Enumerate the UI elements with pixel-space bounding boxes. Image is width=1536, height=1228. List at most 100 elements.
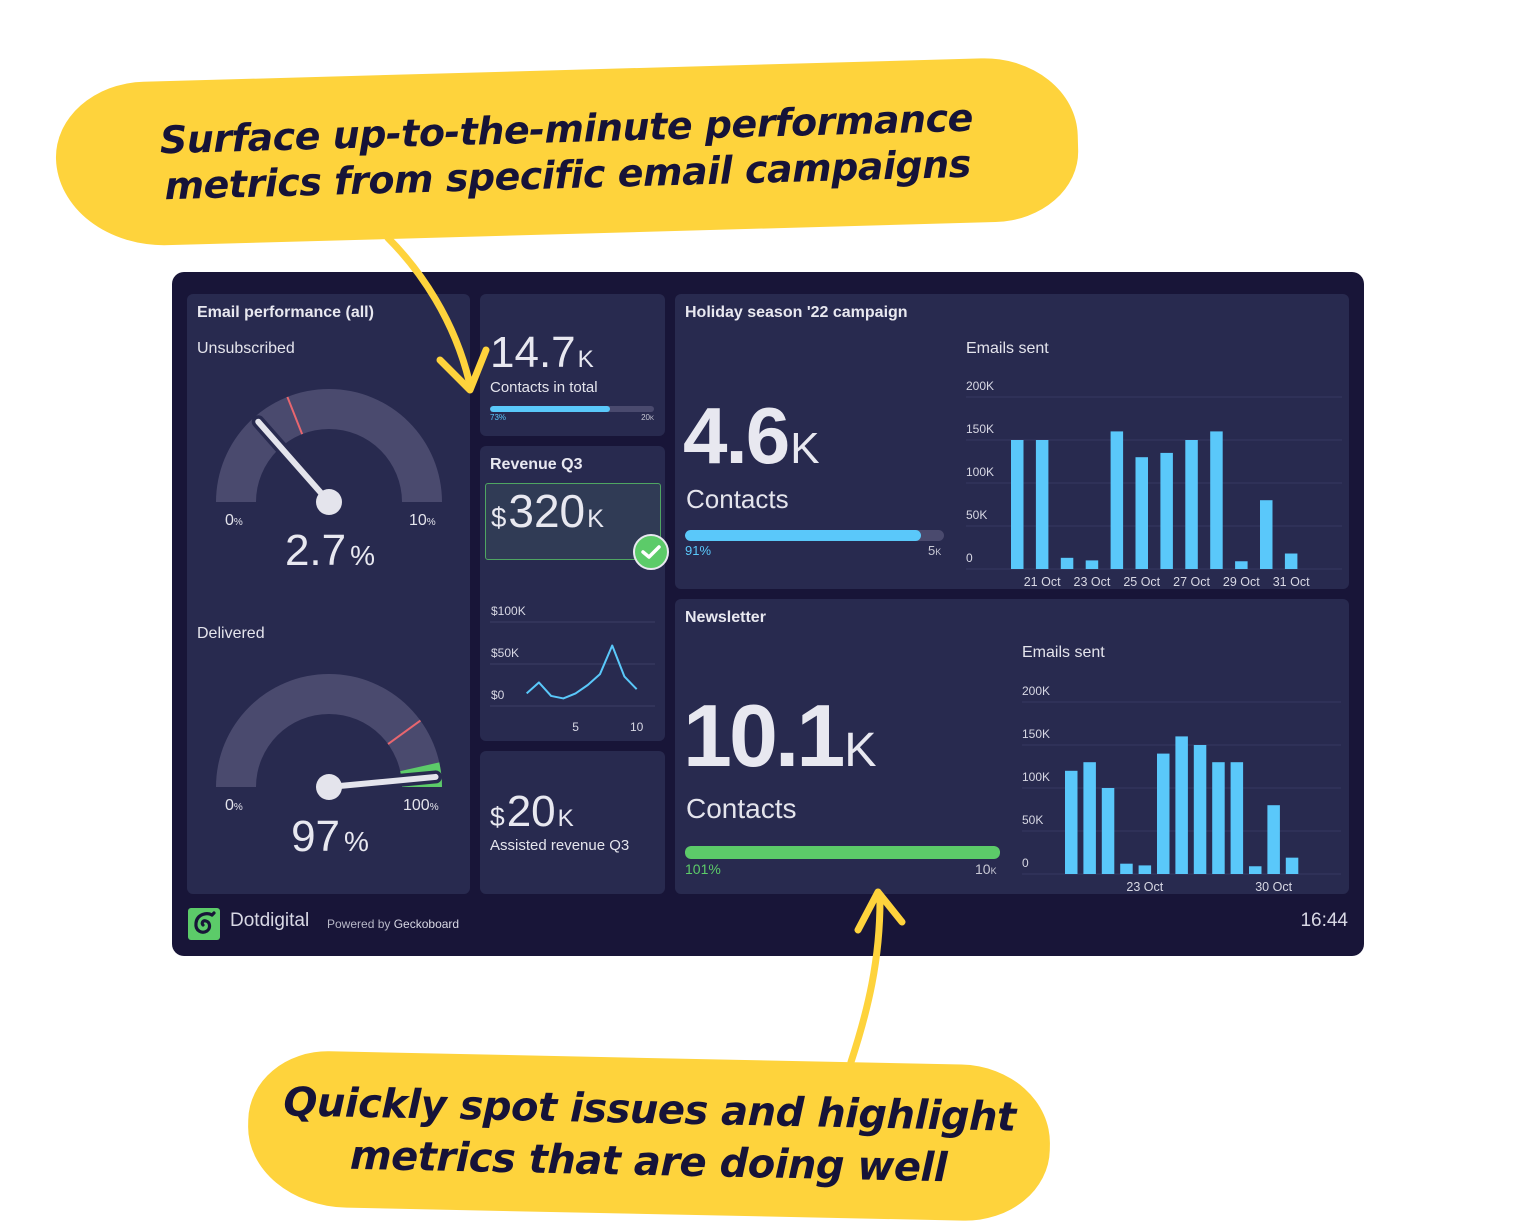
y-tick-label: 100K [1022,770,1050,784]
bar [1035,440,1049,569]
bar [1065,770,1078,874]
bar [1230,762,1244,874]
dotdigital-logo [188,908,220,940]
y-tick-label: 50K [1022,813,1043,827]
newsletter-contacts-value: 10.1K [683,686,877,785]
dotdigital-logo-icon [194,911,216,934]
unsubscribed-value: 2.7% [284,526,376,575]
progress-goal: 5K [928,543,942,558]
powered-by: Powered by Geckoboard [327,917,460,931]
contacts-total-card: 14.7K Contacts in total 73% 20K [480,294,665,436]
bar [1285,857,1299,874]
bar [1110,431,1124,569]
clock-time: 16:44 [1300,910,1348,931]
unsubscribed-label: Unsubscribed [197,340,295,357]
card-title: Newsletter [685,609,766,626]
y-tick-label: 150K [966,422,994,436]
bar [1160,452,1173,569]
newsletter-card: Newsletter 10.1K Contacts 101% 10K Email… [675,599,1349,894]
brand-name: Dotdigital [230,910,310,931]
y-tick-label: 0 [1022,856,1029,870]
progress-goal: 10K [975,861,997,877]
x-tick-label: 25 Oct [1123,575,1160,589]
contacts-progress-bar [490,406,654,412]
bar [1060,557,1074,569]
progress-percent: 91% [685,543,712,558]
bar [1284,553,1298,569]
y-tick-label: 100K [966,465,994,479]
callout-bottom-line-2: metrics that are doing well [349,1132,948,1192]
bar [1185,440,1198,569]
card-title: Revenue Q3 [490,456,583,473]
y-tick-label: $0 [491,688,505,702]
y-tick-label: 50K [966,508,987,522]
delivered-label: Delivered [197,625,265,642]
assisted-revenue-card: $20K Assisted revenue Q3 [480,751,665,894]
x-tick-label: 31 Oct [1273,575,1310,589]
dashboard: Email performance (all) Unsubscribed 0% … [172,272,1364,956]
progress-percent: 101% [685,861,721,877]
x-tick-label: 10 [630,720,644,734]
y-tick-label: $100K [491,604,526,618]
bar [1135,457,1148,569]
bar [1138,865,1152,874]
revenue-q3-card: Revenue Q3 $320K $0 $50K $100K 5 10 [480,446,669,741]
gauge-needle-hub [316,489,342,515]
progress-percent: 73% [490,413,507,422]
bar [1120,863,1133,874]
y-tick-label: 0 [966,551,973,565]
bar [1210,431,1223,569]
bar [1235,561,1248,569]
email-performance-card: Email performance (all) Unsubscribed 0% … [187,294,470,894]
newsletter-progress-bar [685,846,1000,859]
revenue-value: $320K [491,485,604,537]
progress-fill [685,530,921,541]
bar [1011,440,1024,569]
holiday-contacts-label: Contacts [686,484,789,514]
x-tick-label: 21 Oct [1024,575,1061,589]
holiday-emails-bar-chart: 0 50K 100K 150K 200K 21 Oct 23 Oct 25 Oct 27 Oct… [966,379,1342,589]
gauge-track [216,389,442,502]
card-title: Email performance (all) [197,304,374,321]
y-tick-label: 200K [966,379,994,393]
x-tick-label: 29 Oct [1223,575,1260,589]
bar [1212,762,1225,874]
bar [1260,500,1273,569]
bar [1157,753,1170,874]
bar [1193,745,1207,874]
callout-bottom: Quickly spot issues and highlight metric… [246,1049,1052,1223]
goal-met-badge [633,534,669,570]
holiday-progress-bar [685,530,944,541]
bar [1249,866,1262,874]
bar [1085,560,1099,569]
x-tick-label: 30 Oct [1255,880,1292,894]
progress-fill [490,406,610,412]
assisted-revenue-value: $20K [490,787,574,836]
progress-fill [685,846,1000,859]
card-title: Holiday season '22 campaign [685,304,908,321]
gauge-needle-hub [316,774,342,800]
holiday-contacts-value: 4.6K [683,391,820,480]
revenue-line-chart: $0 $50K $100K 5 10 [490,604,655,734]
progress-goal: 20K [641,413,654,422]
x-tick-label: 23 Oct [1074,575,1111,589]
x-tick-label: 5 [572,720,579,734]
checkmark-icon [641,545,661,559]
callout-top: Surface up-to-the-minute performance met… [53,55,1081,249]
bar [1101,788,1115,874]
newsletter-contacts-label: Contacts [686,793,797,824]
contacts-total-value: 14.7K [490,328,594,377]
bar [1083,762,1096,874]
bar [1175,736,1188,874]
holiday-campaign-card: Holiday season '22 campaign 4.6K Contact… [675,294,1349,589]
delivered-value: 97% [291,812,369,861]
newsletter-emails-bar-chart: 0 50K 100K 150K 200K 23 Oct 30 Oct [1022,684,1341,894]
unsubscribed-gauge [216,389,442,515]
x-tick-label: 23 Oct [1126,880,1163,894]
y-tick-label: $50K [491,646,519,660]
x-tick-label: 27 Oct [1173,575,1210,589]
y-tick-label: 150K [1022,727,1050,741]
bar [1267,805,1280,874]
delivered-gauge [216,674,443,800]
chart-title: Emails sent [966,340,1049,357]
